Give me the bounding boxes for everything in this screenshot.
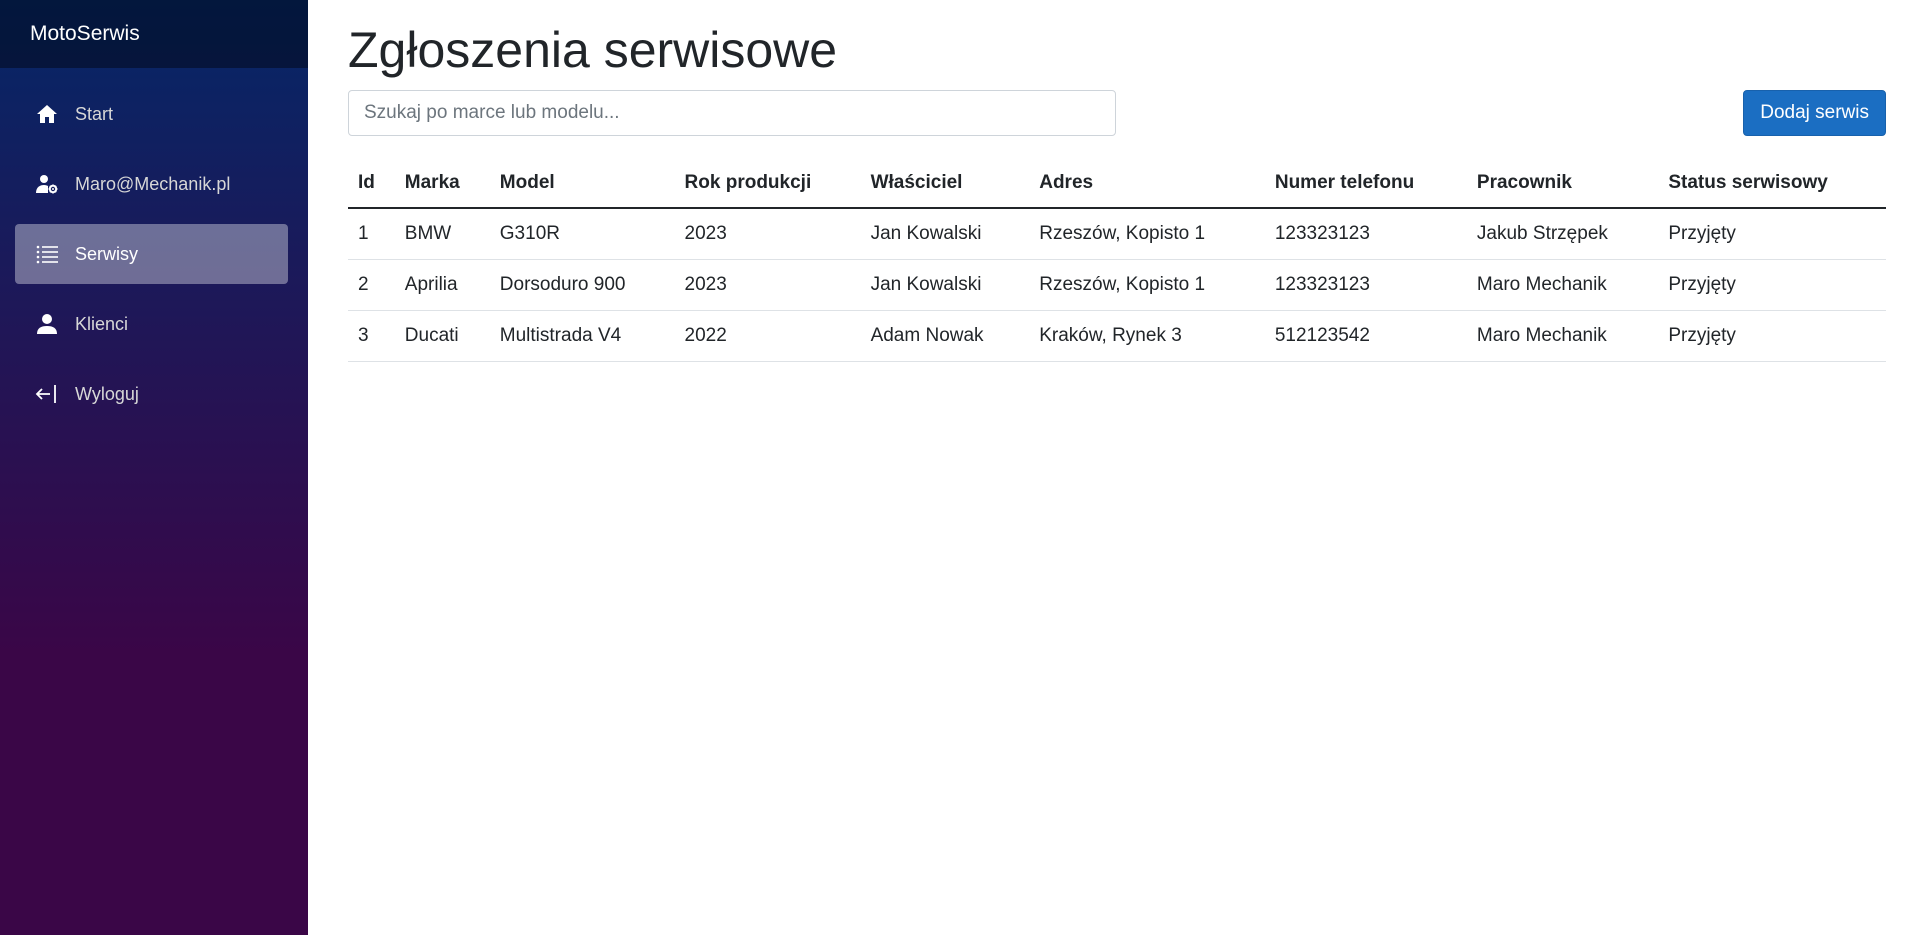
cell-wlasciciel: Jan Kowalski — [860, 259, 1030, 311]
sidebar-item-start[interactable]: Start — [15, 84, 288, 144]
main-content: Zgłoszenia serwisowe Dodaj serwis Id Mar… — [348, 0, 1886, 362]
cell-status: Przyjęty — [1658, 259, 1886, 311]
app-brand[interactable]: MotoSerwis — [30, 22, 140, 46]
services-table: Id Marka Model Rok produkcji Właściciel … — [348, 158, 1886, 362]
toolbar: Dodaj serwis — [348, 90, 1886, 136]
cell-id: 3 — [348, 310, 395, 362]
cell-status: Przyjęty — [1658, 208, 1886, 260]
column-header-wlasciciel[interactable]: Właściciel — [860, 158, 1030, 209]
person-icon — [35, 312, 59, 336]
user-gear-icon — [35, 172, 59, 196]
column-header-model[interactable]: Model — [489, 158, 675, 209]
table-row[interactable]: 2 Aprilia Dorsoduro 900 2023 Jan Kowalsk… — [348, 259, 1886, 311]
sidebar-item-wyloguj[interactable]: Wyloguj — [15, 364, 288, 424]
column-header-status[interactable]: Status serwisowy — [1658, 158, 1886, 209]
cell-pracownik: Maro Mechanik — [1466, 259, 1659, 311]
sidebar: MotoSerwis Start Maro@Mechanik.pl Serwis… — [0, 0, 308, 935]
add-service-button[interactable]: Dodaj serwis — [1743, 90, 1886, 136]
sidebar-item-label: Start — [75, 103, 114, 124]
cell-rok: 2022 — [674, 310, 861, 362]
cell-adres: Rzeszów, Kopisto 1 — [1029, 208, 1265, 260]
list-icon — [35, 242, 59, 266]
home-icon — [35, 102, 59, 126]
sidebar-item-label: Wyloguj — [75, 383, 139, 404]
table-row[interactable]: 3 Ducati Multistrada V4 2022 Adam Nowak … — [348, 310, 1886, 362]
cell-telefon: 512123542 — [1264, 310, 1467, 362]
cell-marka: BMW — [394, 208, 490, 260]
table-header-row: Id Marka Model Rok produkcji Właściciel … — [348, 158, 1886, 209]
sidebar-item-serwisy[interactable]: Serwisy — [15, 224, 288, 284]
cell-rok: 2023 — [674, 259, 861, 311]
brand-bar: MotoSerwis — [0, 0, 308, 68]
cell-marka: Ducati — [394, 310, 490, 362]
sidebar-nav: Start Maro@Mechanik.pl Serwisy Klienci W… — [0, 68, 308, 424]
column-header-adres[interactable]: Adres — [1029, 158, 1265, 209]
cell-id: 1 — [348, 208, 395, 260]
cell-rok: 2023 — [674, 208, 861, 260]
cell-adres: Kraków, Rynek 3 — [1029, 310, 1265, 362]
cell-status: Przyjęty — [1658, 310, 1886, 362]
cell-adres: Rzeszów, Kopisto 1 — [1029, 259, 1265, 311]
logout-arrow-icon — [35, 382, 59, 406]
cell-telefon: 123323123 — [1264, 208, 1467, 260]
cell-model: Multistrada V4 — [489, 310, 675, 362]
column-header-rok[interactable]: Rok produkcji — [674, 158, 861, 209]
cell-wlasciciel: Jan Kowalski — [860, 208, 1030, 260]
sidebar-item-label: Klienci — [75, 313, 129, 334]
page-title: Zgłoszenia serwisowe — [348, 22, 838, 78]
cell-wlasciciel: Adam Nowak — [860, 310, 1030, 362]
cell-model: Dorsoduro 900 — [489, 259, 675, 311]
column-header-id[interactable]: Id — [348, 158, 395, 209]
cell-model: G310R — [489, 208, 675, 260]
cell-pracownik: Jakub Strzępek — [1466, 208, 1659, 260]
cell-id: 2 — [348, 259, 395, 311]
sidebar-item-label: Serwisy — [75, 243, 139, 264]
column-header-telefon[interactable]: Numer telefonu — [1264, 158, 1467, 209]
cell-telefon: 123323123 — [1264, 259, 1467, 311]
sidebar-item-klienci[interactable]: Klienci — [15, 294, 288, 354]
cell-marka: Aprilia — [394, 259, 490, 311]
cell-pracownik: Maro Mechanik — [1466, 310, 1659, 362]
sidebar-item-account[interactable]: Maro@Mechanik.pl — [15, 154, 288, 214]
column-header-marka[interactable]: Marka — [394, 158, 490, 209]
search-input[interactable] — [348, 90, 1116, 136]
table-row[interactable]: 1 BMW G310R 2023 Jan Kowalski Rzeszów, K… — [348, 208, 1886, 260]
sidebar-item-label: Maro@Mechanik.pl — [75, 173, 231, 194]
column-header-pracownik[interactable]: Pracownik — [1466, 158, 1659, 209]
